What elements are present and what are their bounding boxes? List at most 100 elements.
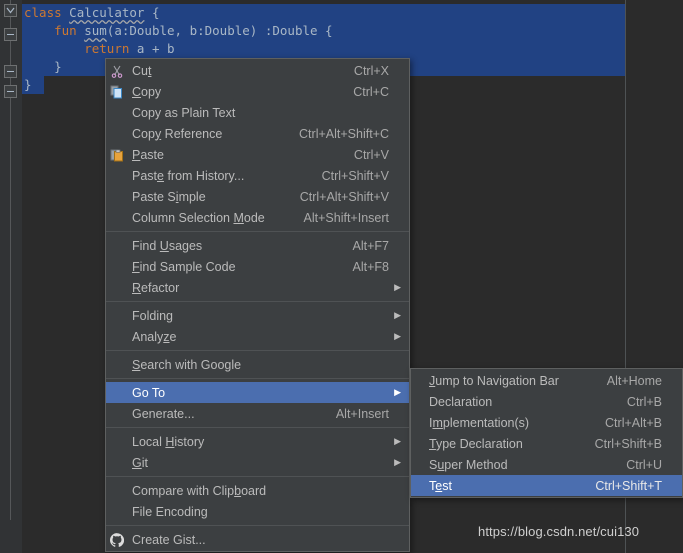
menu-item-paste[interactable]: Paste Ctrl+V [106,144,409,165]
code-line-5: } [24,77,32,92]
menu-item-label: Copy Reference [132,126,223,141]
menu-item-find-sample-code[interactable]: Find Sample Code Alt+F8 [106,256,409,277]
menu-icon-slot [411,370,429,391]
menu-icon-slot [106,480,132,501]
menu-icon-slot [106,403,132,424]
menu-item-label: Paste Simple [132,189,206,204]
chevron-right-icon: ▶ [394,457,401,467]
menu-item-file-encoding[interactable]: File Encoding [106,501,409,522]
menu-item-local-history[interactable]: Local History ▶ [106,431,409,452]
chevron-right-icon: ▶ [394,387,401,397]
menu-icon-slot [106,207,132,228]
menu-item-implementation-s[interactable]: Implementation(s) Ctrl+Alt+B [411,412,682,433]
menu-item-copy-as-plain-text[interactable]: Copy as Plain Text [106,102,409,123]
menu-item-label: Compare with Clipboard [132,483,267,498]
menu-item-super-method[interactable]: Super Method Ctrl+U [411,454,682,475]
menu-item-label: Implementation(s) [429,415,530,430]
menu-item-folding[interactable]: Folding ▶ [106,305,409,326]
chevron-right-icon: ▶ [394,436,401,446]
menu-icon-slot [106,501,132,522]
menu-item-label: Find Sample Code [132,259,236,274]
menu-icon-slot [106,382,132,403]
code-line-4: } [24,59,62,74]
menu-item-copy[interactable]: Copy Ctrl+C [106,81,409,102]
menu-item-shortcut: Ctrl+U [626,457,662,472]
menu-item-copy-reference[interactable]: Copy Reference Ctrl+Alt+Shift+C [106,123,409,144]
menu-separator [106,350,409,351]
menu-item-label: Copy [132,84,162,99]
menu-item-go-to[interactable]: Go To ▶ [106,382,409,403]
menu-item-type-declaration[interactable]: Type Declaration Ctrl+Shift+B [411,433,682,454]
menu-icon-slot [106,165,132,186]
menu-item-label: Declaration [429,394,493,409]
menu-item-find-usages[interactable]: Find Usages Alt+F7 [106,235,409,256]
menu-icon-slot [411,412,429,433]
menu-icon-slot [106,277,132,298]
menu-item-label: Create Gist... [132,532,206,547]
menu-item-refactor[interactable]: Refactor ▶ [106,277,409,298]
editor-context-menu[interactable]: Cut Ctrl+X Copy Ctrl+C Copy as Plain Text Cop… [105,58,410,552]
menu-icon-slot [106,102,132,123]
menu-item-shortcut: Ctrl+Shift+B [594,436,662,451]
menu-item-jump-to-navigation-bar[interactable]: Jump to Navigation Bar Alt+Home [411,370,682,391]
menu-item-shortcut: Alt+Shift+Insert [303,210,389,225]
menu-item-label: Find Usages [132,238,203,253]
menu-item-cut[interactable]: Cut Ctrl+X [106,60,409,81]
menu-item-shortcut: Ctrl+Alt+B [605,415,662,430]
menu-item-declaration[interactable]: Declaration Ctrl+B [411,391,682,412]
menu-item-compare-with-clipboard[interactable]: Compare with Clipboard [106,480,409,501]
menu-item-create-gist[interactable]: Create Gist... [106,529,409,550]
menu-item-analyze[interactable]: Analyze ▶ [106,326,409,347]
menu-item-shortcut: Alt+F7 [352,238,389,253]
menu-item-shortcut: Alt+Insert [335,406,389,421]
menu-item-paste-simple[interactable]: Paste Simple Ctrl+Alt+Shift+V [106,186,409,207]
code-line-3: return a + b [84,41,175,56]
menu-item-label: Paste [132,147,164,162]
github-icon [106,529,132,550]
fold-marker-collapse-2[interactable] [4,85,17,98]
menu-item-label: Super Method [429,457,508,472]
go-to-submenu[interactable]: Jump to Navigation Bar Alt+Home Declaratio… [410,368,683,498]
menu-item-paste-from-history[interactable]: Paste from History... Ctrl+Shift+V [106,165,409,186]
menu-separator [106,378,409,379]
menu-icon-slot [106,431,132,452]
menu-item-column-selection-mode[interactable]: Column Selection Mode Alt+Shift+Insert [106,207,409,228]
menu-item-label: Cut [132,63,152,78]
menu-item-label: Refactor [132,280,180,295]
menu-separator [106,525,409,526]
menu-item-shortcut: Ctrl+C [353,84,389,99]
chevron-right-icon: ▶ [394,310,401,320]
menu-item-shortcut: Ctrl+V [353,147,389,162]
menu-icon-slot [106,235,132,256]
menu-item-test[interactable]: Test Ctrl+Shift+T [411,475,682,496]
menu-item-generate[interactable]: Generate... Alt+Insert [106,403,409,424]
menu-item-label: File Encoding [132,504,208,519]
fold-marker-expanded-2[interactable] [4,28,17,41]
editor-gutter[interactable] [0,0,22,553]
fold-marker-expanded-1[interactable] [4,4,17,17]
paste-icon [106,144,132,165]
menu-item-label: Type Declaration [429,436,523,451]
chevron-right-icon: ▶ [394,331,401,341]
menu-separator [106,301,409,302]
menu-item-shortcut: Ctrl+Alt+Shift+C [299,126,389,141]
menu-item-label: Jump to Navigation Bar [429,373,559,388]
menu-icon-slot [106,123,132,144]
menu-item-shortcut: Ctrl+Shift+V [321,168,389,183]
menu-item-shortcut: Alt+Home [606,373,662,388]
menu-icon-slot [106,305,132,326]
menu-item-label: Test [429,478,452,493]
menu-icon-slot [106,256,132,277]
copy-icon [106,81,132,102]
fold-marker-collapse-1[interactable] [4,65,17,78]
gutter-rail [10,0,11,520]
menu-item-label: Generate... [132,406,195,421]
menu-item-label: Go To [132,385,166,400]
menu-icon-slot [106,354,132,375]
menu-separator [106,427,409,428]
menu-item-search-with-google[interactable]: Search with Google [106,354,409,375]
menu-item-git[interactable]: Git ▶ [106,452,409,473]
menu-item-label: Paste from History... [132,168,245,183]
menu-item-label: Search with Google [132,357,242,372]
menu-icon-slot [411,391,429,412]
